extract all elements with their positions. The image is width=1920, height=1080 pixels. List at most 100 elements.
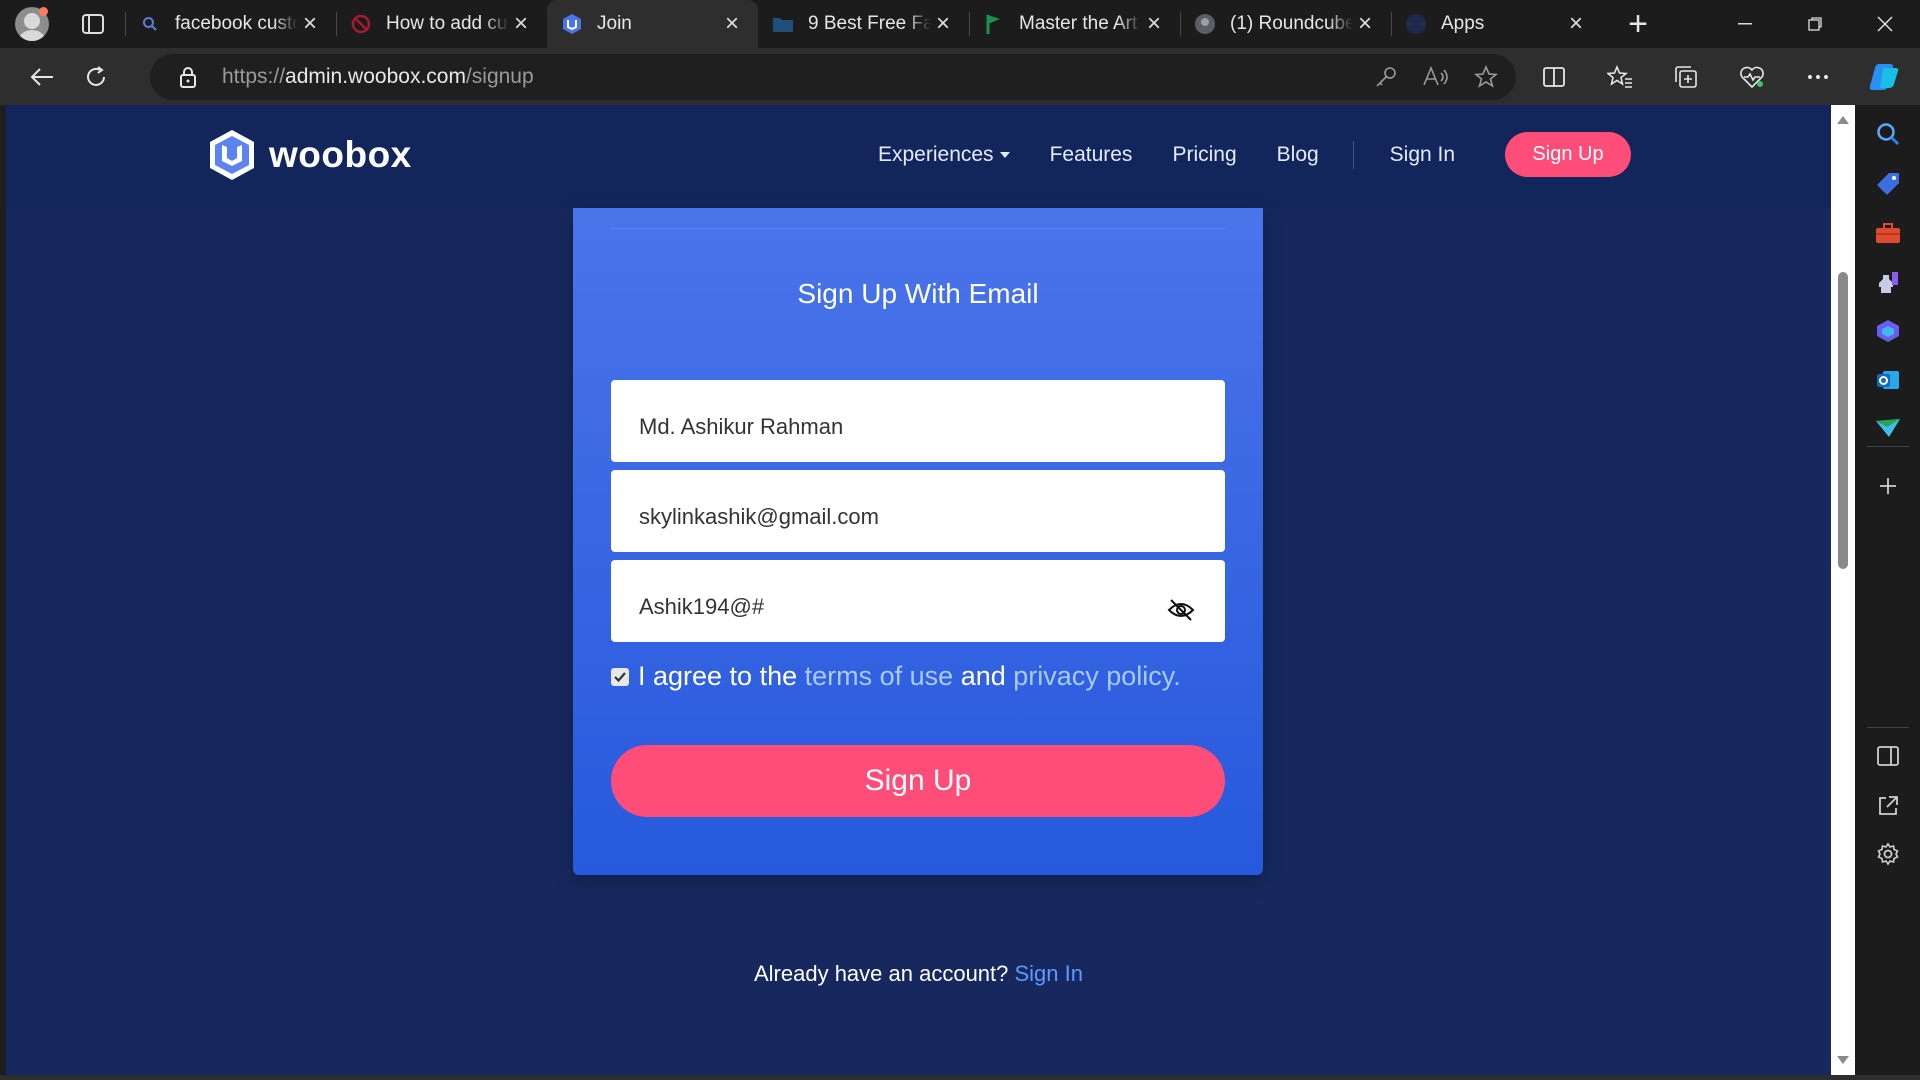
nav-pricing[interactable]: Pricing bbox=[1172, 143, 1236, 167]
minimize-button[interactable] bbox=[1710, 0, 1780, 48]
nav-experiences-label: Experiences bbox=[878, 143, 994, 166]
toolbar-right-icons bbox=[1532, 48, 1906, 105]
footer-sign-in-link[interactable]: Sign In bbox=[1015, 961, 1084, 986]
email-input[interactable] bbox=[639, 504, 1139, 530]
read-aloud-icon[interactable] bbox=[1422, 65, 1450, 89]
tab-roundcube[interactable]: (1) Roundcube × bbox=[1180, 0, 1391, 48]
browser-bottom-edge bbox=[0, 1075, 1920, 1080]
card-divider bbox=[611, 228, 1225, 229]
address-bar[interactable]: https://admin.woobox.com/signup bbox=[150, 54, 1516, 100]
tab-close-button[interactable]: × bbox=[1353, 10, 1377, 37]
site-header: woobox Experiences Features Pricing Blog… bbox=[6, 105, 1831, 208]
favorite-star-icon[interactable] bbox=[1474, 65, 1498, 89]
scroll-up-arrow-icon[interactable] bbox=[1837, 116, 1849, 124]
already-account-text: Already have an account? bbox=[753, 961, 1015, 986]
agree-checkbox[interactable] bbox=[611, 667, 629, 686]
restore-button[interactable] bbox=[1780, 0, 1850, 48]
tab-close-button[interactable]: × bbox=[931, 10, 955, 37]
sidebar-tools-icon[interactable] bbox=[1873, 218, 1903, 248]
url-scheme: https:// bbox=[222, 65, 286, 88]
tab-close-button[interactable]: × bbox=[298, 10, 322, 37]
sidebar-add-icon[interactable] bbox=[1873, 471, 1903, 501]
close-window-button[interactable] bbox=[1850, 0, 1920, 48]
copilot-icon bbox=[1869, 63, 1899, 90]
sidebar-send-icon[interactable] bbox=[1873, 413, 1903, 443]
address-url: https://admin.woobox.com/signup bbox=[222, 65, 534, 89]
sidebar-copilot-icon[interactable] bbox=[1873, 316, 1903, 346]
page-scrollbar[interactable] bbox=[1831, 105, 1855, 1075]
tab-apps[interactable]: Apps × bbox=[1391, 0, 1602, 48]
address-bar-icons bbox=[1374, 54, 1498, 100]
sidebar-outlook-icon[interactable] bbox=[1873, 365, 1903, 395]
tab-how-to-add[interactable]: How to add cu × bbox=[336, 0, 547, 48]
tab-title: Master the Art bbox=[1019, 13, 1138, 34]
password-field[interactable] bbox=[611, 560, 1225, 642]
tab-close-button[interactable]: × bbox=[1142, 10, 1166, 37]
agree-and: and bbox=[953, 661, 1014, 691]
scroll-down-arrow-icon[interactable] bbox=[1837, 1056, 1849, 1064]
new-tab-button[interactable]: + bbox=[1616, 2, 1660, 46]
sign-up-submit-button[interactable]: Sign Up bbox=[611, 745, 1225, 817]
nav-sign-in[interactable]: Sign In bbox=[1390, 143, 1455, 167]
name-field[interactable] bbox=[611, 380, 1225, 462]
terms-link[interactable]: terms of use bbox=[805, 661, 954, 692]
tab-close-button[interactable]: × bbox=[509, 10, 533, 37]
scroll-thumb[interactable] bbox=[1838, 272, 1848, 569]
brand-name: woobox bbox=[269, 134, 412, 175]
tab-master-art[interactable]: Master the Art × bbox=[969, 0, 1180, 48]
key-icon[interactable] bbox=[1374, 65, 1398, 89]
lock-icon[interactable] bbox=[176, 66, 200, 88]
email-field[interactable] bbox=[611, 470, 1225, 552]
sidebar-settings-icon[interactable] bbox=[1873, 839, 1903, 869]
back-arrow-icon bbox=[30, 67, 53, 86]
main-nav: Experiences Features Pricing Blog Sign I… bbox=[878, 141, 1495, 169]
tab-close-button[interactable]: × bbox=[720, 10, 744, 37]
folder-icon bbox=[772, 13, 794, 35]
tab-title: (1) Roundcube bbox=[1230, 13, 1353, 34]
browser-tab-strip: facebook custo × How to add cu × Join × … bbox=[0, 0, 1920, 48]
sidebar-open-external-icon[interactable] bbox=[1873, 791, 1903, 821]
nav-features[interactable]: Features bbox=[1050, 143, 1133, 167]
reload-button[interactable] bbox=[74, 55, 118, 99]
more-options-button[interactable] bbox=[1796, 55, 1840, 99]
signup-heading: Sign Up With Email bbox=[797, 278, 1039, 309]
woobox-logo-icon bbox=[210, 130, 254, 180]
tab-free-fac[interactable]: 9 Best Free Fac × bbox=[758, 0, 969, 48]
tab-title: facebook custo bbox=[175, 13, 298, 34]
split-screen-button[interactable] bbox=[1532, 55, 1576, 99]
tab-facebook[interactable]: facebook custo × bbox=[125, 0, 336, 48]
tab-close-button[interactable]: × bbox=[1564, 10, 1588, 37]
caret-down-icon bbox=[999, 152, 1010, 159]
name-input[interactable] bbox=[639, 414, 1139, 440]
sidebar-games-icon[interactable] bbox=[1873, 267, 1903, 297]
profile-notification-dot bbox=[39, 7, 48, 16]
window-controls bbox=[1710, 0, 1920, 48]
tab-title: Apps bbox=[1441, 13, 1485, 34]
collections-button[interactable] bbox=[1664, 55, 1708, 99]
privacy-link[interactable]: privacy policy. bbox=[1013, 661, 1181, 692]
tab-join[interactable]: Join × bbox=[547, 0, 758, 48]
sidebar-search-icon[interactable] bbox=[1873, 119, 1903, 149]
sidebar-shopping-tag-icon[interactable] bbox=[1873, 169, 1903, 199]
edge-sidebar bbox=[1855, 105, 1920, 1080]
web-content: woobox Experiences Features Pricing Blog… bbox=[6, 105, 1831, 1075]
agree-prefix: I agree to the bbox=[638, 661, 805, 691]
nav-divider bbox=[1352, 141, 1354, 169]
heart-pulse-icon bbox=[1740, 66, 1764, 88]
browser-toolbar: https://admin.woobox.com/signup bbox=[0, 48, 1920, 105]
eye-off-icon[interactable] bbox=[1167, 598, 1195, 622]
nav-blog[interactable]: Blog bbox=[1277, 143, 1319, 167]
nav-sign-up-button[interactable]: Sign Up bbox=[1505, 132, 1631, 177]
tab-title: How to add cu bbox=[386, 13, 508, 34]
woobox-logo[interactable]: woobox bbox=[207, 128, 412, 182]
browser-essentials-button[interactable] bbox=[1730, 55, 1774, 99]
password-input[interactable] bbox=[639, 594, 1139, 620]
copilot-button[interactable] bbox=[1862, 55, 1906, 99]
nav-experiences[interactable]: Experiences bbox=[878, 143, 1010, 167]
collections-icon bbox=[1675, 65, 1697, 88]
reload-icon bbox=[87, 65, 105, 86]
favorites-button[interactable] bbox=[1598, 55, 1642, 99]
sidebar-layout-icon[interactable] bbox=[1873, 741, 1903, 771]
back-button[interactable] bbox=[20, 55, 64, 99]
tab-actions-button[interactable] bbox=[71, 2, 115, 46]
